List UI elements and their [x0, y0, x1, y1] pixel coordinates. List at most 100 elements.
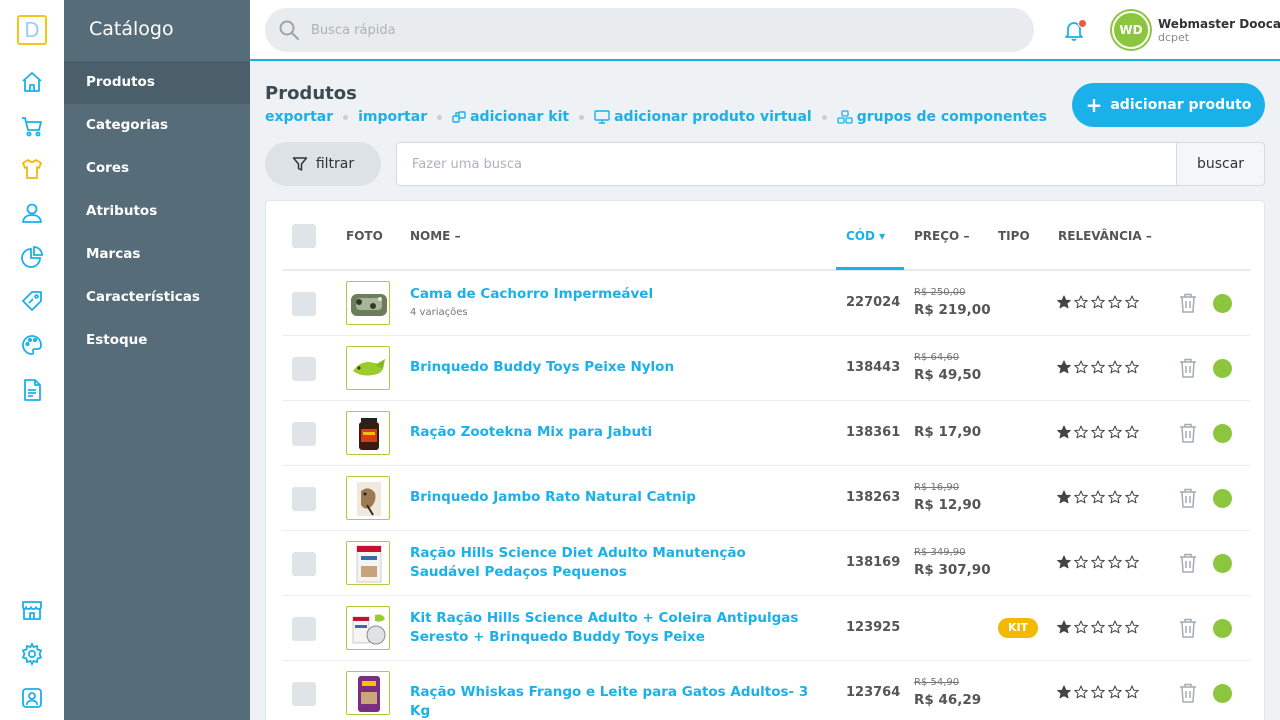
user-icon[interactable]: [20, 686, 44, 710]
column-relevancia[interactable]: RELEVÂNCIA –: [1058, 229, 1152, 243]
gear-icon[interactable]: [20, 642, 44, 666]
product-name-link[interactable]: Brinquedo Jambo Rato Natural Catnip: [410, 488, 820, 507]
home-icon[interactable]: [20, 70, 44, 94]
document-icon[interactable]: [20, 378, 44, 402]
column-cod[interactable]: CÓD ▾: [846, 229, 885, 243]
product-photo[interactable]: [346, 346, 390, 390]
export-link[interactable]: exportar: [265, 109, 333, 125]
add-kit-link[interactable]: adicionar kit: [452, 109, 569, 125]
star-empty-icon[interactable]: [1108, 425, 1122, 439]
customer-icon[interactable]: [20, 201, 44, 225]
star-empty-icon[interactable]: [1091, 360, 1105, 374]
star-empty-icon[interactable]: [1108, 620, 1122, 634]
relevance-rating[interactable]: [1057, 490, 1142, 504]
add-product-button[interactable]: + adicionar produto: [1072, 83, 1265, 127]
trash-icon[interactable]: [1179, 683, 1197, 703]
star-empty-icon[interactable]: [1074, 295, 1088, 309]
star-empty-icon[interactable]: [1108, 295, 1122, 309]
trash-icon[interactable]: [1179, 358, 1197, 378]
relevance-rating[interactable]: [1057, 685, 1142, 699]
star-empty-icon[interactable]: [1108, 360, 1122, 374]
star-filled-icon[interactable]: [1057, 360, 1071, 374]
product-photo[interactable]: [346, 541, 390, 585]
sidebar-item-caracteristicas[interactable]: Características: [64, 276, 250, 319]
store-icon[interactable]: [20, 598, 44, 622]
product-name-link[interactable]: Ração Hills Science Diet Adulto Manutenç…: [410, 544, 820, 582]
row-checkbox[interactable]: [292, 357, 316, 381]
palette-icon[interactable]: [20, 333, 44, 357]
status-indicator[interactable]: [1213, 619, 1232, 638]
sidebar-item-produtos[interactable]: Produtos: [64, 61, 250, 104]
relevance-rating[interactable]: [1057, 360, 1142, 374]
product-name-link[interactable]: Ração Zootekna Mix para Jabuti: [410, 423, 820, 442]
relevance-rating[interactable]: [1057, 555, 1142, 569]
product-name-link[interactable]: Cama de Cachorro Impermeável: [410, 285, 820, 304]
product-photo[interactable]: [346, 671, 390, 715]
trash-icon[interactable]: [1179, 553, 1197, 573]
row-checkbox[interactable]: [292, 552, 316, 576]
row-checkbox[interactable]: [292, 487, 316, 511]
product-photo[interactable]: [346, 606, 390, 650]
star-empty-icon[interactable]: [1125, 555, 1139, 569]
row-checkbox[interactable]: [292, 682, 316, 706]
tag-icon[interactable]: [20, 289, 44, 313]
status-indicator[interactable]: [1213, 684, 1232, 703]
product-search-input[interactable]: [396, 142, 1177, 186]
status-indicator[interactable]: [1213, 359, 1232, 378]
trash-icon[interactable]: [1179, 423, 1197, 443]
relevance-rating[interactable]: [1057, 620, 1142, 634]
trash-icon[interactable]: [1179, 618, 1197, 638]
filter-button[interactable]: filtrar: [265, 142, 381, 186]
star-empty-icon[interactable]: [1074, 685, 1088, 699]
star-empty-icon[interactable]: [1108, 685, 1122, 699]
relevance-rating[interactable]: [1057, 295, 1142, 309]
star-empty-icon[interactable]: [1108, 490, 1122, 504]
star-filled-icon[interactable]: [1057, 425, 1071, 439]
star-empty-icon[interactable]: [1074, 555, 1088, 569]
column-preco[interactable]: PREÇO –: [914, 229, 969, 243]
star-empty-icon[interactable]: [1125, 620, 1139, 634]
star-filled-icon[interactable]: [1057, 555, 1071, 569]
star-empty-icon[interactable]: [1074, 360, 1088, 374]
product-photo[interactable]: [346, 411, 390, 455]
star-empty-icon[interactable]: [1125, 360, 1139, 374]
trash-icon[interactable]: [1179, 488, 1197, 508]
status-indicator[interactable]: [1213, 294, 1232, 313]
sidebar-item-cores[interactable]: Cores: [64, 147, 250, 190]
add-virtual-product-link[interactable]: adicionar produto virtual: [594, 109, 812, 125]
star-empty-icon[interactable]: [1091, 490, 1105, 504]
status-indicator[interactable]: [1213, 424, 1232, 443]
star-empty-icon[interactable]: [1074, 425, 1088, 439]
column-nome[interactable]: NOME –: [410, 229, 461, 243]
star-empty-icon[interactable]: [1125, 295, 1139, 309]
relevance-rating[interactable]: [1057, 425, 1142, 439]
star-empty-icon[interactable]: [1108, 555, 1122, 569]
sidebar-item-atributos[interactable]: Atributos: [64, 190, 250, 233]
star-empty-icon[interactable]: [1091, 620, 1105, 634]
logo[interactable]: D: [17, 15, 47, 45]
search-button[interactable]: buscar: [1176, 142, 1265, 186]
import-link[interactable]: importar: [358, 109, 427, 125]
star-empty-icon[interactable]: [1091, 685, 1105, 699]
row-checkbox[interactable]: [292, 292, 316, 316]
sidebar-item-marcas[interactable]: Marcas: [64, 233, 250, 276]
component-groups-link[interactable]: grupos de componentes: [837, 109, 1047, 125]
star-empty-icon[interactable]: [1091, 555, 1105, 569]
quick-search-input[interactable]: [311, 8, 1011, 52]
star-empty-icon[interactable]: [1125, 490, 1139, 504]
status-indicator[interactable]: [1213, 554, 1232, 573]
product-name-link[interactable]: Kit Ração Hills Science Adulto + Coleira…: [410, 609, 820, 647]
star-filled-icon[interactable]: [1057, 620, 1071, 634]
star-filled-icon[interactable]: [1057, 490, 1071, 504]
row-checkbox[interactable]: [292, 422, 316, 446]
select-all-checkbox[interactable]: [292, 224, 316, 248]
trash-icon[interactable]: [1179, 293, 1197, 313]
star-empty-icon[interactable]: [1091, 295, 1105, 309]
cart-icon[interactable]: [20, 114, 44, 138]
star-filled-icon[interactable]: [1057, 685, 1071, 699]
star-empty-icon[interactable]: [1125, 685, 1139, 699]
avatar[interactable]: WD: [1112, 11, 1150, 49]
star-empty-icon[interactable]: [1074, 490, 1088, 504]
status-indicator[interactable]: [1213, 489, 1232, 508]
report-icon[interactable]: [20, 245, 44, 269]
